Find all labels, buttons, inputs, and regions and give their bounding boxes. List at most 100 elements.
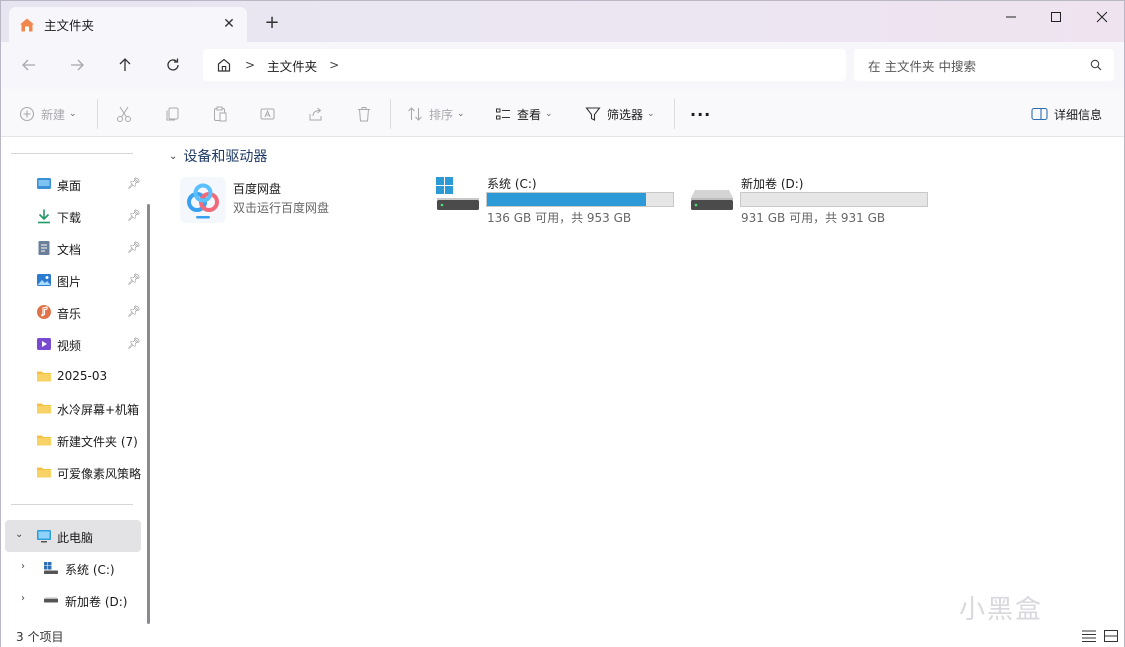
sidebar-item-label: 新加卷 (D:) (65, 595, 128, 609)
chevron-right-icon[interactable]: > (329, 58, 339, 72)
rename-button[interactable] (259, 101, 277, 127)
navigation-bar: > 主文件夹 > 在 主文件夹 中搜索 (1, 42, 1124, 89)
back-button[interactable] (15, 52, 43, 78)
filter-label: 筛选器 (607, 107, 644, 122)
close-tab-icon[interactable]: ✕ (221, 16, 237, 32)
status-bar: 3 个项目 (1, 625, 1124, 647)
arrow-up-icon (119, 58, 131, 71)
home-icon[interactable] (215, 56, 233, 74)
music-icon (37, 305, 51, 319)
new-button[interactable]: 新建 ⌄ (19, 101, 77, 127)
item-name: 百度网盘 (233, 182, 282, 196)
view-label: 查看 (517, 107, 542, 122)
sidebar-item-this-pc[interactable]: ⌄ 此电脑 (5, 520, 141, 552)
toolbar-divider (97, 99, 98, 129)
up-button[interactable] (111, 52, 139, 78)
chevron-down-icon: ⌄ (169, 150, 178, 162)
sidebar-item-folder-2025-03[interactable]: 2025-03 (1, 360, 147, 392)
drive-usage-fill (487, 193, 647, 206)
file-explorer-window: 主文件夹 ✕ + > 主文件夹 > 在 主文件夹 中搜索 新建 ⌄ 排序 ⌄ 查… (0, 0, 1125, 647)
delete-button[interactable] (355, 101, 373, 127)
chevron-right-icon[interactable]: > (245, 58, 255, 72)
sidebar-item-pictures[interactable]: 图片 📌︎ (1, 264, 147, 296)
pictures-icon (37, 274, 51, 286)
sidebar-item-label: 系统 (C:) (65, 563, 115, 577)
sidebar-scrollbar[interactable] (147, 204, 150, 624)
group-title: 设备和驱动器 (183, 149, 268, 165)
new-label: 新建 (41, 107, 66, 122)
filter-icon (585, 107, 601, 121)
group-header-devices[interactable]: ⌄ 设备和驱动器 (169, 146, 267, 166)
paste-button[interactable] (211, 101, 229, 127)
chevron-right-icon[interactable]: › (21, 593, 25, 604)
chevron-down-icon: ⌄ (647, 109, 655, 119)
item-drive-d[interactable]: 新加卷 (D:) 931 GB 可用，共 931 GB (689, 174, 934, 230)
sidebar-item-folder-watercooling[interactable]: 水冷屏幕+机箱 (1, 392, 147, 424)
sidebar-item-label: 新建文件夹 (7) (57, 435, 138, 449)
pin-icon: 📌︎ (127, 177, 141, 190)
sort-button[interactable]: 排序 ⌄ (407, 101, 465, 127)
copy-icon (166, 107, 179, 121)
watermark: 小黑盒 (959, 595, 1044, 625)
chevron-down-icon: ⌄ (545, 109, 553, 119)
share-icon (309, 107, 322, 121)
item-name: 系统 (C:) (487, 177, 537, 191)
sidebar-item-label: 2025-03 (57, 369, 108, 383)
new-tab-button[interactable]: + (262, 13, 282, 33)
sidebar-item-folder-new-7[interactable]: 新建文件夹 (7) (1, 424, 147, 456)
tab-home-folder[interactable]: 主文件夹 ✕ (9, 7, 247, 42)
maximize-button[interactable] (1033, 1, 1079, 33)
sidebar-item-label: 可爱像素风策略 (57, 467, 142, 481)
sidebar-item-label: 水冷屏幕+机箱 (57, 403, 140, 417)
breadcrumb-home-folder[interactable]: 主文件夹 (267, 56, 317, 75)
pin-icon: 📌︎ (127, 241, 141, 254)
search-input[interactable]: 在 主文件夹 中搜索 (854, 49, 1114, 81)
pin-icon: 📌︎ (127, 209, 141, 222)
minimize-icon (1006, 16, 1016, 18)
details-view-icon[interactable] (1081, 629, 1097, 643)
folder-icon (37, 403, 51, 414)
arrow-left-icon (22, 59, 35, 71)
folder-icon (37, 371, 51, 382)
command-bar: 新建 ⌄ 排序 ⌄ 查看 ⌄ 筛选器 ⌄ ··· 详细信息 (1, 89, 1124, 137)
sidebar-item-videos[interactable]: 视频 📌︎ (1, 328, 147, 360)
refresh-button[interactable] (159, 52, 187, 78)
tiles-view-icon[interactable] (1103, 629, 1119, 643)
item-name: 新加卷 (D:) (741, 177, 804, 191)
more-options-button[interactable]: ··· (690, 101, 711, 127)
sidebar-item-documents[interactable]: 文档 📌︎ (1, 232, 147, 264)
chevron-right-icon[interactable]: › (21, 561, 25, 572)
title-bar: 主文件夹 ✕ + (1, 1, 1124, 42)
cut-button[interactable] (115, 101, 133, 127)
details-pane-icon (1031, 107, 1048, 121)
drive-usage-bar (486, 192, 674, 207)
close-window-button[interactable] (1079, 1, 1125, 33)
plus-circle-icon (19, 106, 35, 122)
address-bar[interactable]: > 主文件夹 > (203, 49, 846, 81)
document-icon (38, 241, 50, 255)
sidebar-item-drive-c[interactable]: › 系统 (C:) (1, 552, 147, 584)
chevron-down-icon[interactable]: ⌄ (15, 529, 23, 540)
drive-icon (691, 190, 733, 210)
details-pane-button[interactable]: 详细信息 (1031, 101, 1102, 127)
view-button[interactable]: 查看 ⌄ (495, 101, 553, 127)
search-placeholder: 在 主文件夹 中搜索 (868, 58, 976, 74)
filter-button[interactable]: 筛选器 ⌄ (585, 101, 655, 127)
minimize-button[interactable] (988, 1, 1034, 33)
sidebar-item-music[interactable]: 音乐 📌︎ (1, 296, 147, 328)
desktop-icon (37, 178, 51, 189)
sidebar-item-desktop[interactable]: 桌面 📌︎ (1, 168, 147, 200)
sidebar-item-downloads[interactable]: 下载 📌︎ (1, 200, 147, 232)
video-icon (37, 338, 51, 350)
folder-icon (37, 435, 51, 446)
sort-icon (408, 107, 422, 121)
item-baidu-netdisk[interactable]: 百度网盘 双击运行百度网盘 (179, 174, 419, 230)
sidebar-item-drive-d[interactable]: › 新加卷 (D:) (1, 584, 147, 616)
arrow-right-icon (71, 59, 84, 71)
sidebar-item-folder-pixel-strategy[interactable]: 可爱像素风策略 (1, 456, 147, 488)
item-drive-c[interactable]: 系统 (C:) 136 GB 可用，共 953 GB (435, 174, 680, 230)
copy-button[interactable] (163, 101, 181, 127)
download-icon (38, 209, 50, 224)
forward-button[interactable] (63, 52, 91, 78)
share-button[interactable] (307, 101, 325, 127)
